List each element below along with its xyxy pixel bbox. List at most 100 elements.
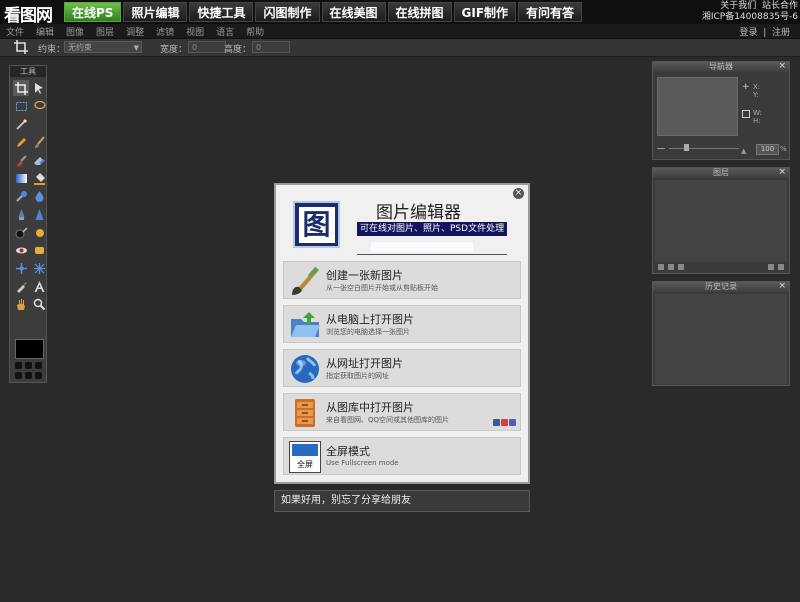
mini-button[interactable]	[15, 372, 22, 379]
h-label: H:	[753, 117, 761, 125]
constraint-select[interactable]: 无约束 ▼	[64, 41, 142, 53]
paint-bucket-icon[interactable]	[31, 170, 47, 186]
tab-flash-image[interactable]: 闪图制作	[255, 2, 320, 22]
chevron-down-icon: ▼	[133, 44, 139, 52]
brush-icon[interactable]	[31, 134, 47, 150]
lasso-icon[interactable]	[31, 98, 47, 114]
open-from-library-option[interactable]: 从图库中打开图片 来自看图网、QQ空间或其他图库的图片	[283, 393, 521, 431]
register-link[interactable]: 注册	[772, 28, 790, 38]
tab-quick-tools[interactable]: 快捷工具	[189, 2, 254, 22]
delete-layer-icon[interactable]	[778, 264, 784, 270]
menu-edit[interactable]: 编辑	[36, 25, 54, 38]
layer-link-icon[interactable]	[658, 264, 664, 270]
start-dialog: × 图 图片编辑器 可在线对图片、照片、PSD文件处理 创建一张新图片 从一张空…	[274, 183, 530, 484]
menu-image[interactable]: 图像	[66, 25, 84, 38]
open-from-computer-option[interactable]: 从电脑上打开图片 浏览您的电脑选择一张图片	[283, 305, 521, 343]
open-from-url-option[interactable]: 从网址打开图片 指定获取图片的网址	[283, 349, 521, 387]
gradient-icon[interactable]	[13, 170, 29, 186]
new-layer-icon[interactable]	[768, 264, 774, 270]
mini-button[interactable]	[35, 372, 42, 379]
magic-wand-icon[interactable]	[13, 116, 29, 132]
navigator-panel: 导航器 × + X: Y: W: H: ▲ 100 %	[652, 61, 790, 160]
color-replace-icon[interactable]	[13, 188, 29, 204]
zoom-slider[interactable]	[669, 148, 739, 149]
pinch-icon[interactable]	[31, 260, 47, 276]
constraint-value: 无约束	[68, 43, 92, 52]
top-bar: 看图网 在线PS 照片编辑 快捷工具 闪图制作 在线美图 在线拼图 GIF制作 …	[0, 0, 800, 26]
eraser-icon[interactable]	[31, 152, 47, 168]
zoom-input[interactable]: 100	[756, 144, 779, 155]
tab-gif-maker[interactable]: GIF制作	[453, 2, 517, 22]
mini-button[interactable]	[25, 362, 32, 369]
share-bar[interactable]: 如果好用，别忘了分享给朋友	[274, 490, 530, 512]
close-icon[interactable]: ×	[778, 61, 786, 71]
blur-icon[interactable]	[31, 188, 47, 204]
tab-photo-edit[interactable]: 照片编辑	[123, 2, 188, 22]
move-icon[interactable]	[31, 80, 47, 96]
width-input[interactable]: 0	[188, 41, 226, 53]
crop-icon[interactable]	[13, 80, 29, 96]
menu-help[interactable]: 帮助	[246, 25, 264, 38]
clone-stamp-icon[interactable]	[13, 152, 29, 168]
dialog-subtitle: 可在线对图片、照片、PSD文件处理	[357, 222, 508, 236]
create-new-image-option[interactable]: 创建一张新图片 从一张空白图片开始或从剪贴板开始	[283, 261, 521, 299]
site-logo[interactable]: 看图网	[4, 1, 53, 26]
size-box-icon	[742, 110, 750, 118]
layer-mask-icon[interactable]	[678, 264, 684, 270]
zoom-in-icon[interactable]: ▲	[741, 147, 746, 155]
crop-icon	[14, 40, 28, 54]
tab-online-collage[interactable]: 在线拼图	[387, 2, 452, 22]
about-link[interactable]: 关于我们	[720, 1, 756, 11]
blank-slot	[31, 116, 47, 132]
close-icon[interactable]: ×	[513, 188, 524, 199]
eyedropper-icon[interactable]	[13, 278, 29, 294]
menu-view[interactable]: 视图	[186, 25, 204, 38]
red-eye-icon[interactable]	[13, 242, 29, 258]
spot-heal-icon[interactable]	[13, 206, 29, 222]
hand-icon[interactable]	[13, 296, 29, 312]
tools-title: 工具	[10, 66, 46, 77]
option-desc: 从一张空白图片开始或从剪贴板开始	[326, 284, 438, 292]
zoom-slider-handle[interactable]	[684, 144, 689, 151]
menu-filter[interactable]: 滤镜	[156, 25, 174, 38]
menu-layer[interactable]: 图层	[96, 25, 114, 38]
menu-bar: 文件 编辑 图像 图层 调整 滤镜 视图 语言 帮助 登录 | 注册	[0, 24, 800, 39]
top-right-links: 关于我们 站长合作 湘ICP备14008835号-6	[702, 1, 798, 23]
tab-online-beauty[interactable]: 在线美图	[321, 2, 386, 22]
marquee-icon[interactable]	[13, 98, 29, 114]
tab-online-ps[interactable]: 在线PS	[64, 2, 122, 22]
burn-icon[interactable]	[13, 224, 29, 240]
partner-link[interactable]: 站长合作	[762, 1, 798, 11]
layer-style-icon[interactable]	[668, 264, 674, 270]
layers-list[interactable]	[655, 180, 787, 262]
history-title: 历史记录	[705, 282, 737, 291]
mini-button[interactable]	[15, 362, 22, 369]
login-link[interactable]: 登录	[739, 28, 757, 38]
close-icon[interactable]: ×	[778, 281, 786, 291]
facebook-icon[interactable]	[493, 419, 500, 426]
zoom-out-icon[interactable]	[657, 148, 665, 149]
pencil-icon[interactable]	[13, 134, 29, 150]
flickr-icon[interactable]	[501, 419, 508, 426]
mini-button[interactable]	[25, 372, 32, 379]
mini-button[interactable]	[35, 362, 42, 369]
foreground-color-swatch[interactable]	[15, 339, 44, 359]
bloat-icon[interactable]	[13, 260, 29, 276]
menu-language[interactable]: 语言	[216, 25, 234, 38]
history-list[interactable]	[655, 294, 787, 384]
height-input[interactable]: 0	[252, 41, 290, 53]
editor-logo-char: 图	[298, 206, 335, 243]
close-icon[interactable]: ×	[778, 167, 786, 177]
dodge-icon[interactable]	[31, 224, 47, 240]
sponge-icon[interactable]	[31, 242, 47, 258]
sharpen-icon[interactable]	[31, 206, 47, 222]
tab-qa[interactable]: 有问有答	[518, 2, 583, 22]
fullscreen-mode-option[interactable]: 全屏 全屏模式 Use Fullscreen mode	[283, 437, 521, 475]
layers-panel: 图层 ×	[652, 167, 790, 274]
menu-file[interactable]: 文件	[6, 25, 24, 38]
x-label: X:	[753, 83, 761, 91]
text-icon[interactable]	[31, 278, 47, 294]
library-icon[interactable]	[509, 419, 516, 426]
menu-adjust[interactable]: 调整	[126, 25, 144, 38]
zoom-icon[interactable]	[31, 296, 47, 312]
